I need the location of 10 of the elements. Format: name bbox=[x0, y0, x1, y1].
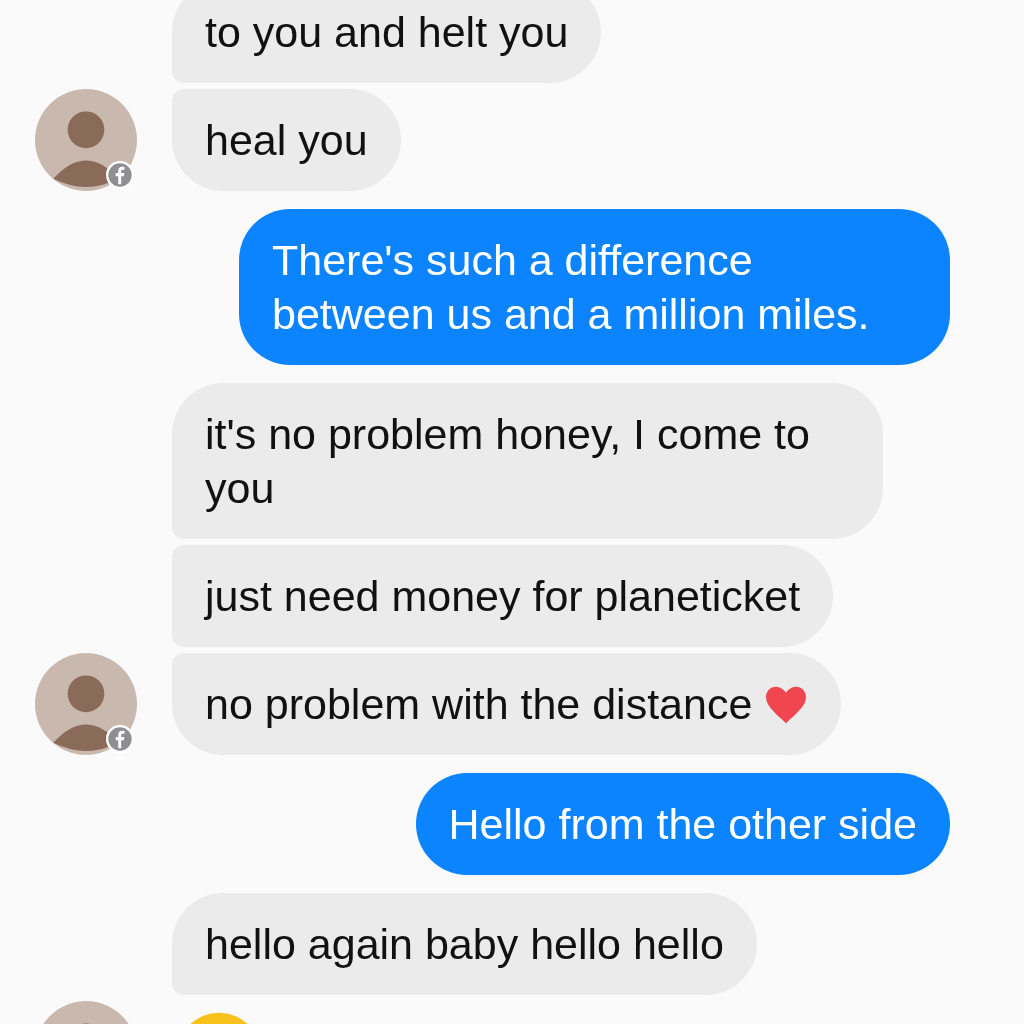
message-bubble: it's no problem honey, I come to you bbox=[172, 383, 883, 539]
message-bubble: Hello from the other side bbox=[415, 773, 950, 875]
message-bubble: There's such a difference between us and a million miles. bbox=[239, 209, 950, 365]
message-bubble: no problem with the distance bbox=[172, 653, 842, 755]
message-bubble: to you and helt you bbox=[172, 0, 602, 83]
message-bubble: hello again baby hello hello bbox=[172, 893, 757, 995]
badge-icon bbox=[106, 161, 134, 189]
message-bubble: just need money for planeticket bbox=[172, 545, 834, 647]
message-bubble: heal you bbox=[172, 89, 401, 191]
badge-icon bbox=[106, 725, 134, 753]
